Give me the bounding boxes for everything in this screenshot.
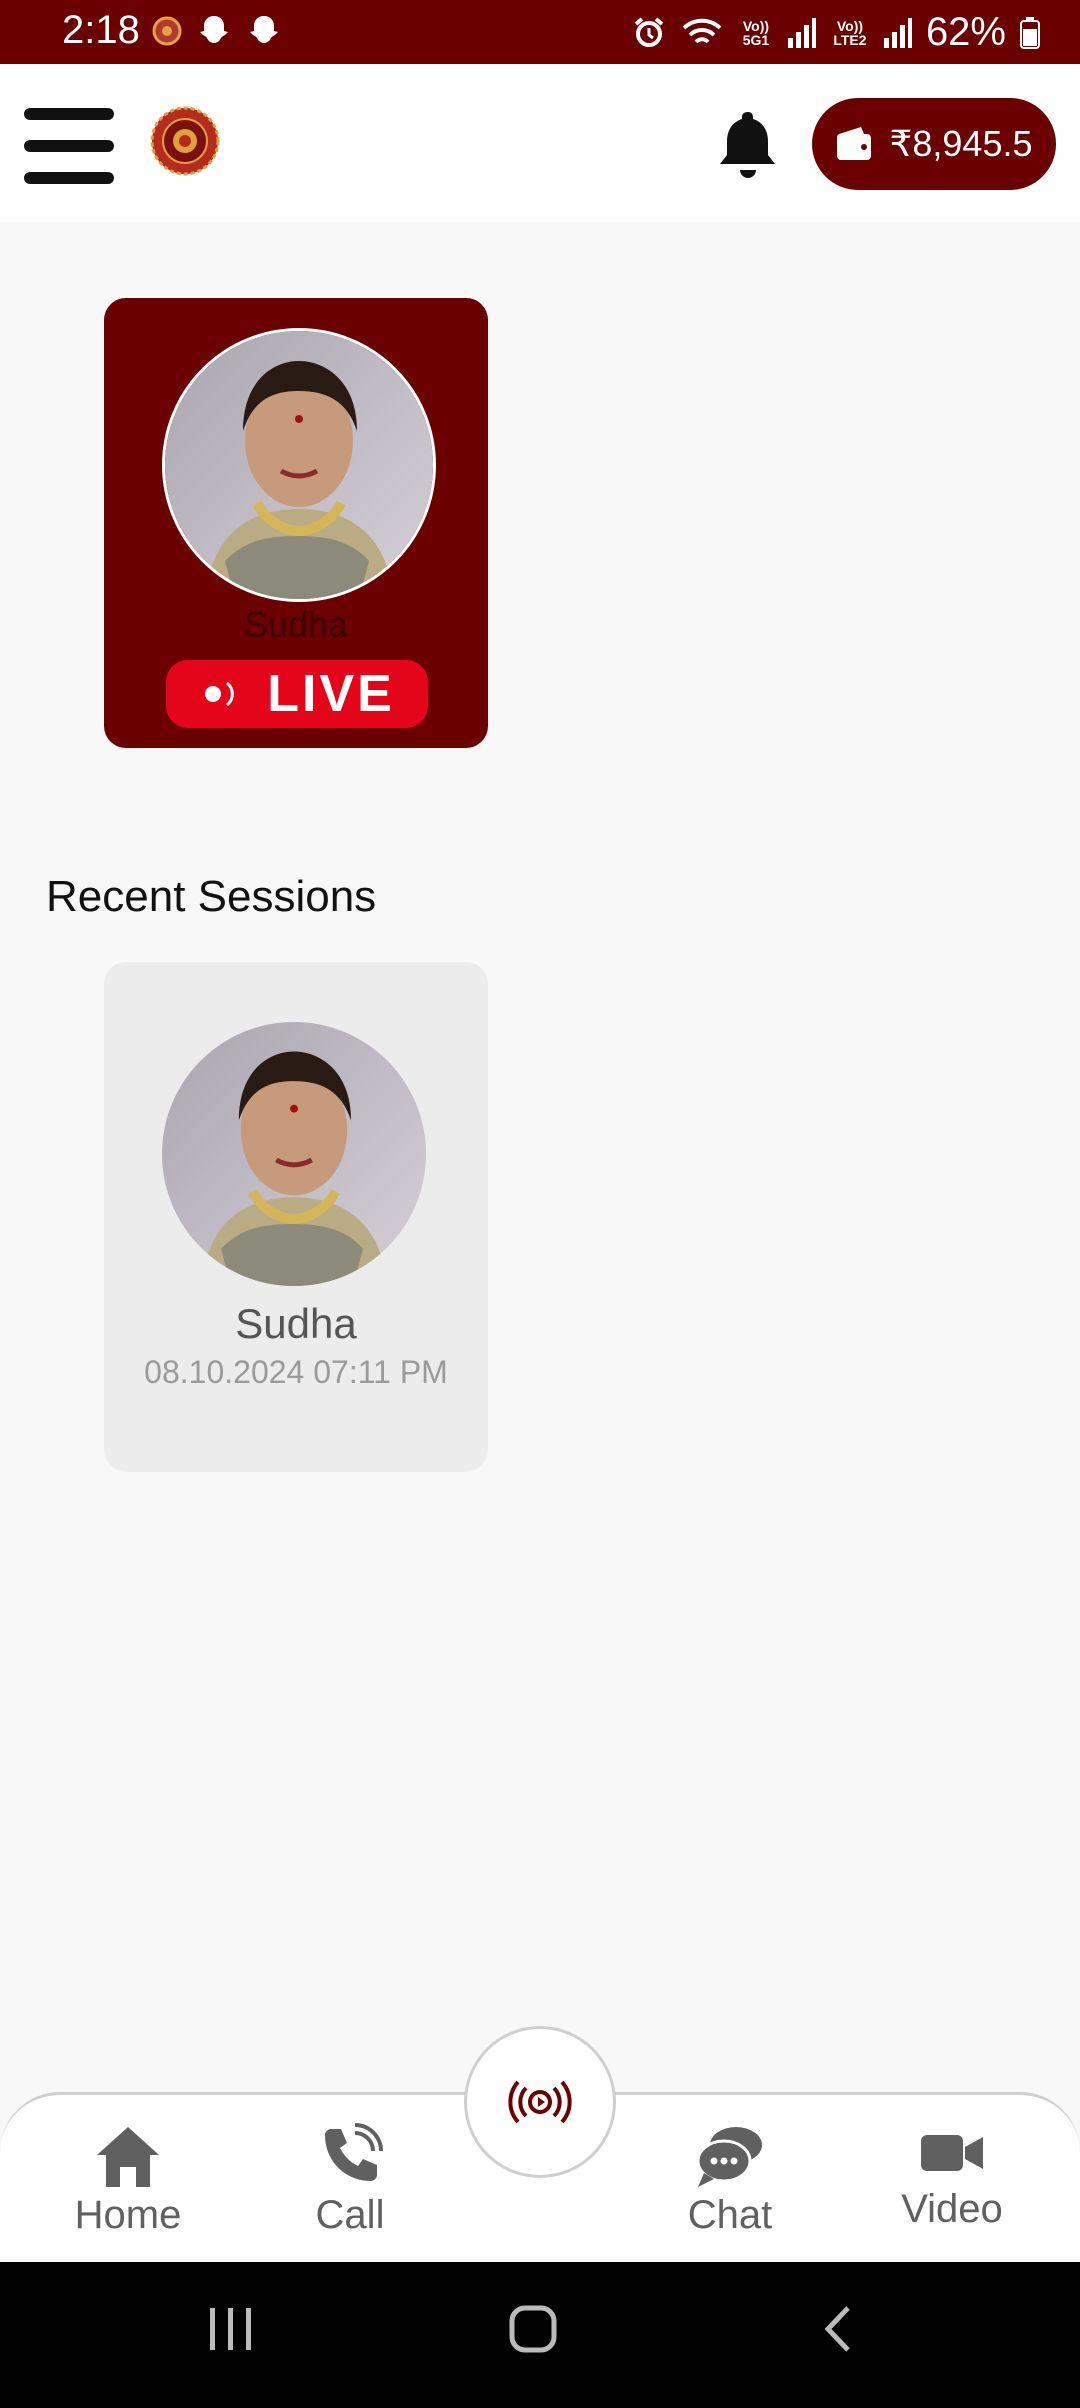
wallet-button[interactable]: ₹8,945.5 — [812, 98, 1056, 190]
nav-home-label: Home — [74, 2193, 182, 2237]
sim2-label: Vo)) LTE2 — [833, 17, 867, 48]
battery-icon — [1020, 16, 1040, 49]
home-icon — [97, 2127, 159, 2187]
nav-chat-label: Chat — [687, 2193, 773, 2237]
nav-video[interactable]: Video — [872, 2123, 1032, 2232]
live-badge: LIVE — [166, 660, 428, 728]
app-logo-small-icon — [152, 16, 182, 46]
video-icon — [921, 2135, 983, 2171]
session-avatar — [162, 1022, 426, 1286]
battery-percent: 62% — [925, 10, 1006, 54]
chat-icon — [696, 2127, 762, 2187]
system-status-icons: Vo)) 5G1 Vo)) LTE2 62% — [632, 10, 1040, 55]
app-logo-icon[interactable] — [150, 106, 220, 176]
nav-call-label: Call — [315, 2193, 385, 2237]
session-host-name: Sudha — [235, 1300, 357, 1347]
wifi-icon — [682, 18, 722, 44]
live-dot-icon — [205, 681, 234, 707]
session-card[interactable]: Sudha 08.10.2024 07:11 PM — [104, 962, 488, 1472]
nav-video-label: Video — [901, 2187, 1003, 2231]
live-broadcast-button[interactable] — [464, 2026, 616, 2178]
live-host-name: Sudha — [243, 604, 349, 645]
notification-bell-icon[interactable] — [714, 108, 782, 182]
status-bar: 2:18 Vo)) 5G1 Vo)) LTE2 62% — [0, 0, 1080, 64]
snapchat-icon-2 — [250, 16, 278, 43]
live-broadcast-icon — [508, 2080, 572, 2124]
nav-home[interactable]: Home — [48, 2123, 208, 2238]
home-system-icon[interactable] — [508, 2304, 558, 2354]
live-label: LIVE — [267, 665, 395, 723]
session-datetime: 08.10.2024 07:11 PM — [144, 1354, 448, 1390]
menu-bar — [24, 172, 114, 184]
system-navigation-bar — [0, 2262, 1080, 2408]
app-header: ₹8,945.5 — [0, 64, 1080, 222]
live-session-card[interactable]: Sudha LIVE — [104, 298, 488, 748]
wallet-balance: ₹8,945.5 — [889, 123, 1033, 164]
nav-call[interactable]: Call — [270, 2123, 430, 2238]
back-icon[interactable] — [818, 2304, 858, 2354]
menu-bar — [24, 140, 114, 152]
status-time: 2:18 — [62, 8, 140, 52]
alarm-icon — [634, 16, 664, 47]
wallet-icon — [837, 127, 872, 160]
nav-chat[interactable]: Chat — [650, 2123, 810, 2238]
signal-icon-2 — [883, 17, 912, 48]
menu-bar — [24, 108, 114, 120]
notification-icons — [152, 14, 282, 48]
signal-icon — [787, 17, 816, 48]
menu-button[interactable] — [24, 108, 114, 184]
recent-sessions-title: Recent Sessions — [46, 872, 377, 921]
snapchat-icon — [200, 16, 228, 43]
host-avatar — [162, 328, 436, 602]
phone-icon — [325, 2123, 383, 2181]
sim1-label: Vo)) 5G1 — [742, 17, 770, 48]
recent-apps-icon[interactable] — [206, 2304, 256, 2354]
